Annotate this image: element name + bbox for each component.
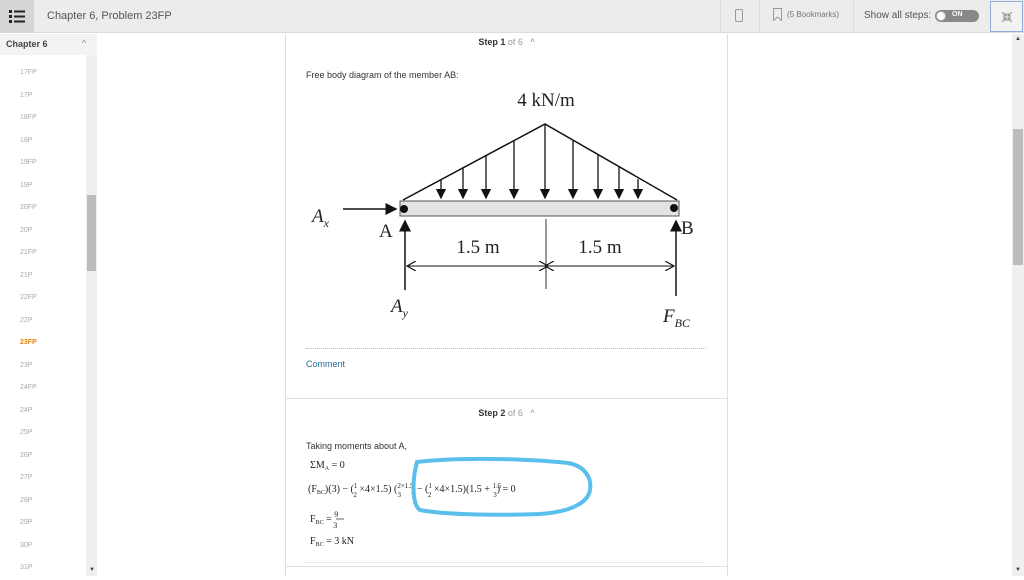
step-label: Step 2 (478, 408, 506, 418)
point-b-label: B (681, 218, 694, 239)
chapter-label: Chapter 6 (6, 39, 48, 49)
step-count: of 6 (507, 37, 523, 47)
comment-link[interactable]: Comment (306, 359, 345, 369)
bookmark-icon (773, 8, 782, 21)
sidebar-item-23fp[interactable]: 23FP (0, 332, 86, 355)
bookmarks-count: (5 Bookmarks) (787, 10, 840, 19)
sidebar-item-18p[interactable]: 18P (0, 130, 86, 153)
sidebar-scrollbar[interactable]: ▼ (86, 55, 97, 576)
collapse-button[interactable] (990, 1, 1023, 32)
step-label: Step 1 (478, 37, 506, 47)
bookmarks-button[interactable]: (5 Bookmarks) (773, 8, 839, 21)
divider (720, 0, 721, 33)
sidebar-item-20p[interactable]: 20P (0, 220, 86, 243)
sidebar-item-25p[interactable]: 25P (0, 422, 86, 445)
ax-label: Ax (310, 206, 330, 230)
fbc-label: FBC (662, 306, 691, 330)
toggle-knob (936, 11, 946, 21)
show-all-steps-label: Show all steps: (864, 10, 932, 21)
sidebar-item-19p[interactable]: 19P (0, 175, 86, 198)
sidebar-scrollbar-thumb[interactable] (87, 195, 96, 271)
sidebar-item-23p[interactable]: 23P (0, 355, 86, 378)
sidebar-item-20fp[interactable]: 20FP (0, 197, 86, 220)
pin-b (670, 204, 678, 212)
step-1-intro: Free body diagram of the member AB: (306, 70, 459, 80)
sidebar-item-21fp[interactable]: 21FP (0, 242, 86, 265)
divider (306, 562, 706, 563)
sidebar: Chapter 6 ^ 17FP 17P 18FP 18P 19FP 19P 20FP 20P… (0, 34, 97, 576)
load-label: 4 kN/m (517, 90, 575, 111)
collapse-icon (1001, 11, 1012, 22)
sidebar-item-24fp[interactable]: 24FP (0, 377, 86, 400)
sidebar-item-31p[interactable]: 31P (0, 557, 86, 580)
top-bar: Chapter 6, Problem 23FP (5 Bookmarks) Sh… (0, 0, 1024, 33)
beam-ab (399, 200, 680, 217)
show-all-steps-toggle[interactable]: ON (935, 10, 979, 22)
divider (306, 348, 706, 349)
sidebar-item-22p[interactable]: 22P (0, 310, 86, 333)
chevron-up-icon[interactable]: ^ (530, 37, 534, 47)
divider (759, 0, 760, 33)
scroll-down-arrow-icon[interactable]: ▼ (89, 567, 95, 573)
sidebar-item-28p[interactable]: 28P (0, 490, 86, 513)
equation-sum-moments: ΣMA = 0 (310, 460, 345, 472)
menu-button[interactable] (0, 0, 34, 33)
sidebar-item-19fp[interactable]: 19FP (0, 152, 86, 175)
sidebar-item-24p[interactable]: 24P (0, 400, 86, 423)
divider (853, 0, 854, 33)
step-2-intro: Taking moments about A, (306, 441, 408, 451)
scroll-up-arrow-icon[interactable]: ▲ (1015, 36, 1021, 42)
sidebar-item-27p[interactable]: 27P (0, 467, 86, 490)
sidebar-item-22fp[interactable]: 22FP (0, 287, 86, 310)
mobile-icon[interactable] (735, 9, 743, 22)
dimension-right-label: 1.5 m (578, 237, 622, 258)
step-1-header[interactable]: Step 1 of 6 ^ (286, 37, 727, 47)
equation-fbc-result: FBC = 3 kN (310, 536, 354, 548)
moment-equations: ΣMA = 0 (FBC)(3) − (1 2 ×4×1.5) (2×1.5 3) … (308, 456, 593, 548)
point-a-label: A (379, 221, 393, 242)
step-2-header[interactable]: Step 2 of 6 ^ (286, 408, 727, 418)
sidebar-item-17p[interactable]: 17P (0, 85, 86, 108)
divider (285, 34, 286, 576)
chevron-up-icon[interactable]: ^ (82, 38, 86, 48)
dimension-left-label: 1.5 m (456, 237, 500, 258)
triangular-load (402, 123, 678, 201)
toggle-state: ON (952, 11, 963, 18)
divider (286, 566, 727, 567)
sidebar-item-29p[interactable]: 29P (0, 512, 86, 535)
sidebar-item-26p[interactable]: 26P (0, 445, 86, 468)
divider (727, 34, 728, 576)
free-body-diagram: 4 kN/m Ax A Ay B FBC 1.5 m 1.5 m (310, 90, 694, 330)
sidebar-item-21p[interactable]: 21P (0, 265, 86, 288)
main-scrollbar[interactable]: ▲ ▼ (1012, 34, 1024, 576)
ay-label: Ay (389, 296, 409, 320)
problem-list: 17FP 17P 18FP 18P 19FP 19P 20FP 20P 21FP 21P 22FP 2… (0, 62, 86, 580)
main-scrollbar-thumb[interactable] (1013, 129, 1023, 265)
chapter-header[interactable]: Chapter 6 ^ (0, 34, 97, 55)
divider (286, 398, 727, 399)
page-title: Chapter 6, Problem 23FP (47, 10, 172, 22)
chevron-up-icon[interactable]: ^ (530, 408, 534, 418)
sidebar-item-18fp[interactable]: 18FP (0, 107, 86, 130)
equation-fbc-fraction: FBC = 93 (310, 510, 338, 530)
scroll-down-arrow-icon[interactable]: ▼ (1015, 567, 1021, 573)
pin-a (400, 205, 408, 213)
list-menu-icon (9, 10, 25, 23)
sidebar-item-17fp[interactable]: 17FP (0, 62, 86, 85)
sidebar-item-30p[interactable]: 30P (0, 535, 86, 558)
step-count: of 6 (507, 408, 523, 418)
